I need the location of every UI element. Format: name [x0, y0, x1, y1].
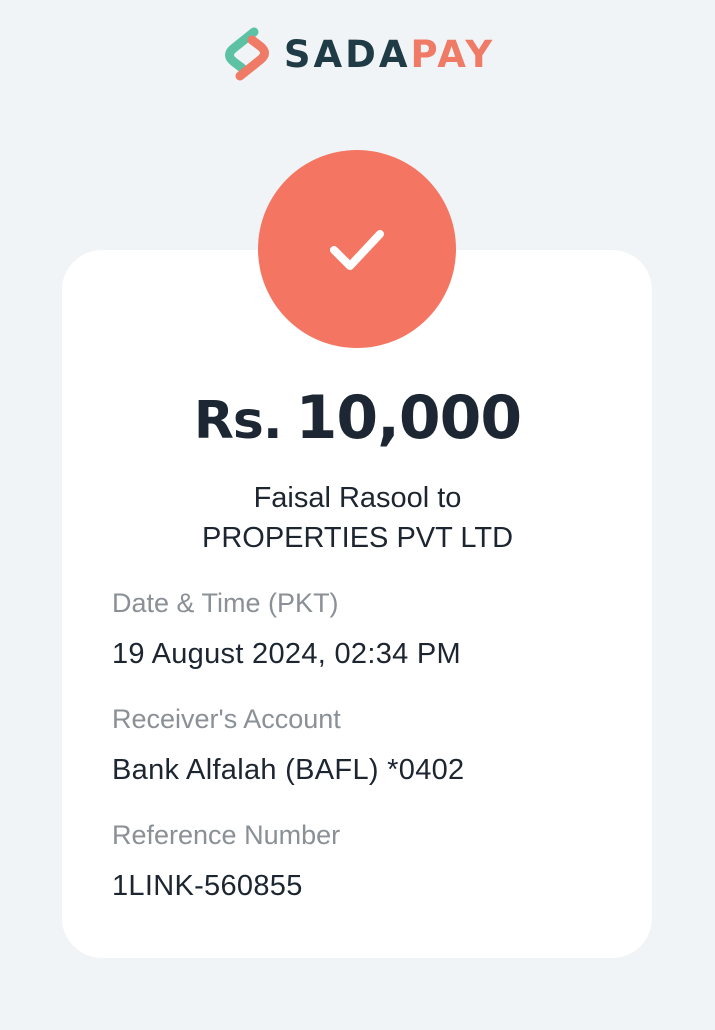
- date-time-value: 19 August 2024, 02:34 PM: [112, 638, 462, 670]
- reference-number-label: Reference Number: [112, 820, 341, 850]
- reference-number-value: 1LINK-560855: [112, 870, 303, 902]
- transfer-parties: Faisal Rasool to PROPERTIES PVT LTD: [0, 478, 715, 558]
- date-time-label: Date & Time (PKT): [112, 588, 339, 618]
- receiver-account-label: Receiver's Account: [112, 704, 341, 734]
- brand-wordmark-pay: PAY: [410, 32, 496, 76]
- receiver-account-value: Bank Alfalah (BAFL) *0402: [112, 754, 465, 786]
- connector-text: to: [437, 482, 462, 514]
- transfer-amount: Rs. 10,000: [0, 388, 715, 448]
- transaction-details: Date & Time (PKT) 19 August 2024, 02:34 …: [112, 585, 464, 933]
- success-badge: [258, 150, 456, 348]
- sadapay-logo-icon: [220, 22, 274, 86]
- receiver-name: PROPERTIES PVT LTD: [201, 522, 514, 554]
- sender-line: Faisal Rasool to: [0, 478, 715, 518]
- amount-value: 10,000: [295, 383, 523, 453]
- app-header: SADAPAY: [0, 22, 715, 86]
- amount-currency: Rs.: [193, 391, 283, 451]
- brand-wordmark-sada: SADA: [283, 32, 411, 76]
- check-icon: [330, 230, 384, 270]
- sender-name: Faisal Rasool: [253, 482, 430, 514]
- brand-wordmark: SADAPAY: [284, 36, 495, 73]
